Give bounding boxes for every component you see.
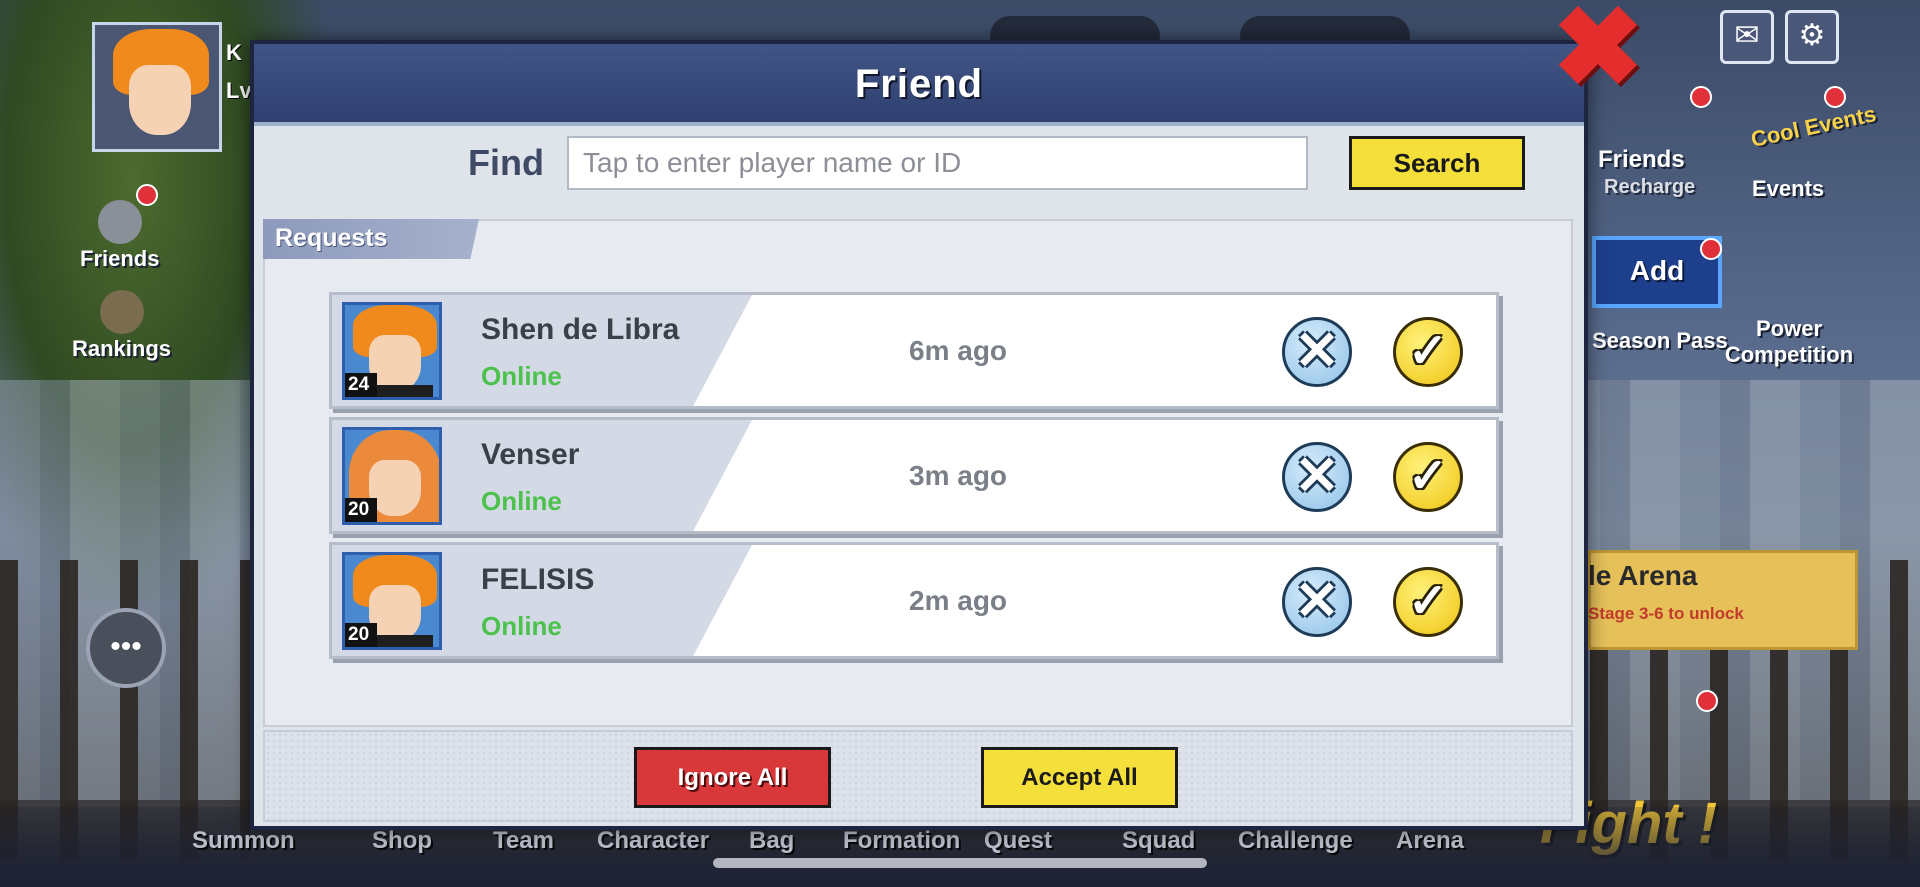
dialog-title: Friend bbox=[854, 62, 984, 106]
ignore-all-button[interactable]: Ignore All bbox=[634, 747, 831, 808]
avatar-face bbox=[129, 65, 191, 135]
nav-summon[interactable]: Summon bbox=[192, 827, 295, 855]
request-avatar[interactable]: 20 bbox=[342, 552, 442, 650]
accept-icon[interactable]: ✓ bbox=[1393, 567, 1463, 637]
friends-menu-label: Friends bbox=[80, 246, 160, 271]
nav-shop[interactable]: Shop bbox=[372, 827, 432, 855]
rankings-menu-button[interactable]: Rankings bbox=[72, 290, 171, 362]
power-competition-label[interactable]: Power Competition bbox=[1724, 316, 1854, 368]
find-label: Find bbox=[468, 142, 544, 183]
request-row: 20 FELISIS Online 2m ago ✕ ✓ bbox=[329, 542, 1499, 659]
accept-all-button[interactable]: Accept All bbox=[981, 747, 1178, 808]
notification-dot bbox=[136, 184, 158, 206]
level-badge: 20 bbox=[345, 498, 377, 522]
nav-formation[interactable]: Formation bbox=[843, 827, 960, 855]
request-name: Shen de Libra bbox=[481, 313, 680, 346]
request-name: FELISIS bbox=[481, 563, 595, 596]
online-status: Online bbox=[481, 486, 562, 516]
nav-character[interactable]: Character bbox=[597, 827, 709, 855]
close-icon[interactable]: ✖ bbox=[1548, 0, 1648, 103]
arena-unlock-text: Stage 3-6 to unlock bbox=[1588, 604, 1744, 623]
request-avatar[interactable]: 20 bbox=[342, 427, 442, 525]
search-button[interactable]: Search bbox=[1349, 136, 1525, 190]
lock-icon bbox=[99, 290, 144, 334]
online-status: Online bbox=[481, 611, 562, 641]
player-avatar[interactable] bbox=[92, 22, 222, 152]
player-name-fragment: K bbox=[226, 40, 242, 65]
player-level-fragment: Lv bbox=[226, 78, 252, 103]
request-avatar[interactable]: 24 bbox=[342, 302, 442, 400]
request-row: 20 Venser Online 3m ago ✕ ✓ bbox=[329, 417, 1499, 534]
friends-recharge-label[interactable]: Friends bbox=[1598, 146, 1685, 174]
decline-icon[interactable]: ✕ bbox=[1282, 442, 1352, 512]
request-time: 2m ago bbox=[909, 585, 1008, 616]
nav-quest[interactable]: Quest bbox=[984, 827, 1052, 855]
settings-icon[interactable]: ⚙ bbox=[1785, 10, 1839, 64]
level-badge: 24 bbox=[345, 373, 377, 397]
request-time: 6m ago bbox=[909, 335, 1008, 366]
season-pass-label[interactable]: Season Pass bbox=[1592, 328, 1728, 354]
decline-icon[interactable]: ✕ bbox=[1282, 567, 1352, 637]
level-badge: 20 bbox=[345, 623, 377, 647]
online-status: Online bbox=[481, 361, 562, 391]
request-time: 3m ago bbox=[909, 460, 1008, 491]
nav-team[interactable]: Team bbox=[493, 827, 554, 855]
home-indicator[interactable] bbox=[713, 858, 1207, 868]
request-row: 24 Shen de Libra Online 6m ago ✕ ✓ bbox=[329, 292, 1499, 409]
recharge-label: Recharge bbox=[1604, 176, 1696, 198]
rankings-menu-label: Rankings bbox=[72, 336, 172, 361]
dialog-header: Friend bbox=[254, 44, 1584, 126]
events-label[interactable]: Events bbox=[1752, 176, 1824, 202]
decline-icon[interactable]: ✕ bbox=[1282, 317, 1352, 387]
notification-dot bbox=[1696, 690, 1718, 712]
notification-dot bbox=[1700, 238, 1722, 260]
notification-dot bbox=[1824, 86, 1846, 108]
request-name: Venser bbox=[481, 438, 580, 471]
friends-menu-button[interactable]: Friends bbox=[80, 200, 159, 272]
accept-icon[interactable]: ✓ bbox=[1393, 442, 1463, 512]
dialog-footer bbox=[263, 730, 1573, 822]
cool-events-logo: Cool Events bbox=[1748, 101, 1879, 152]
search-input[interactable] bbox=[567, 136, 1308, 190]
requests-tab[interactable]: Requests bbox=[263, 219, 479, 259]
accept-icon[interactable]: ✓ bbox=[1393, 317, 1463, 387]
mail-icon[interactable]: ✉ bbox=[1720, 10, 1774, 64]
nav-arena[interactable]: Arena bbox=[1396, 827, 1464, 855]
more-options-button[interactable]: ••• bbox=[86, 608, 166, 688]
nav-challenge[interactable]: Challenge bbox=[1238, 827, 1353, 855]
arena-title: le Arena bbox=[1588, 560, 1698, 591]
friends-icon bbox=[97, 200, 142, 244]
notification-dot bbox=[1690, 86, 1712, 108]
nav-bag[interactable]: Bag bbox=[749, 827, 794, 855]
nav-squad[interactable]: Squad bbox=[1122, 827, 1195, 855]
